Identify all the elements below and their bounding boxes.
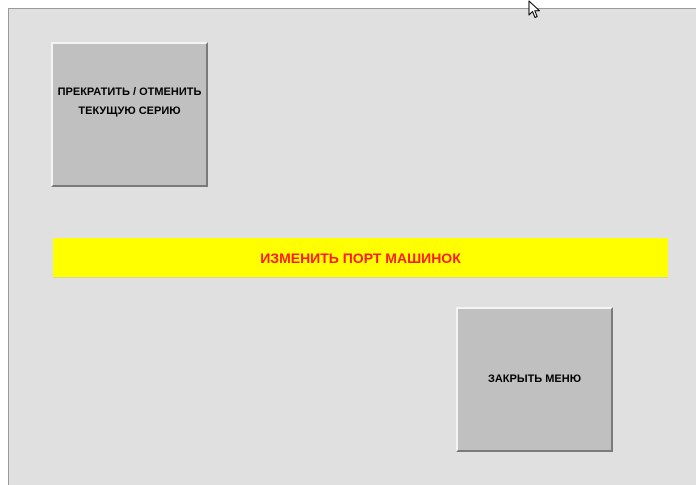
cancel-series-label-line1: ПРЕКРАТИТЬ / ОТМЕНИТЬ	[57, 86, 202, 98]
cancel-series-button[interactable]: ПРЕКРАТИТЬ / ОТМЕНИТЬ ТЕКУЩУЮ СЕРИЮ	[51, 42, 208, 187]
close-menu-button[interactable]: ЗАКРЫТЬ МЕНЮ	[456, 307, 613, 452]
close-menu-label: ЗАКРЫТЬ МЕНЮ	[487, 373, 582, 385]
menu-window: ПРЕКРАТИТЬ / ОТМЕНИТЬ ТЕКУЩУЮ СЕРИЮ ИЗМЕ…	[8, 8, 696, 485]
cancel-series-label-line2: ТЕКУЩУЮ СЕРИЮ	[78, 105, 181, 117]
mouse-pointer-icon	[528, 0, 540, 18]
change-port-label: ИЗМЕНИТЬ ПОРТ МАШИНОК	[260, 249, 461, 266]
change-port-button[interactable]: ИЗМЕНИТЬ ПОРТ МАШИНОК	[53, 238, 668, 278]
